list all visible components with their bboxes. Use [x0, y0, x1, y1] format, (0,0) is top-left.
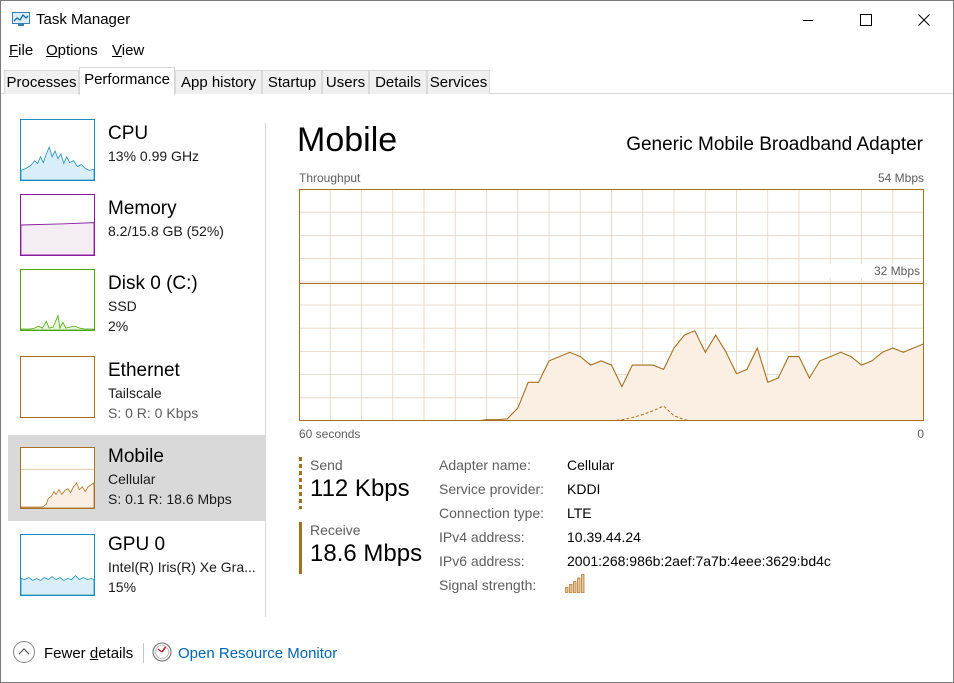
fewer-details-label-post: etails [98, 645, 134, 662]
receive-label: Receive [310, 522, 361, 538]
minimize-icon [803, 20, 813, 21]
title-bar[interactable]: Task Manager [1, 1, 953, 39]
prop-connection-type-label: Connection type: [439, 505, 545, 521]
maximize-button[interactable] [837, 1, 895, 39]
sidebar-item-disk[interactable]: Disk 0 (C:) SSD 2% [8, 263, 266, 349]
sidebar-disk-type: SSD [108, 298, 137, 314]
tab-details[interactable]: Details [369, 70, 427, 94]
sidebar-divider [265, 123, 266, 617]
sidebar-item-memory[interactable]: Memory 8.2/15.8 GB (52%) [8, 188, 266, 274]
menu-view-label: iew [121, 42, 145, 59]
footer: Fewer details Open Resource Monitor [1, 631, 953, 675]
sidebar-item-gpu[interactable]: GPU 0 Intel(R) Iris(R) Xe Gra... 15% [8, 524, 266, 610]
chart-reference-label: 32 Mbps [824, 264, 920, 278]
prop-connection-type-value: LTE [567, 505, 592, 521]
tab-performance[interactable]: Performance [79, 67, 175, 95]
send-label: Send [310, 457, 343, 473]
gpu-thumbnail-graph [20, 534, 95, 596]
tab-startup[interactable]: Startup [262, 70, 322, 94]
menu-file-label: ile [18, 42, 34, 59]
maximize-icon [860, 14, 872, 26]
tab-processes[interactable]: Processes [4, 70, 79, 94]
sidebar-cpu-detail: 13% 0.99 GHz [108, 148, 200, 164]
prop-service-provider-value: KDDI [567, 481, 601, 497]
fewer-details-label-pre: Fewer [44, 645, 90, 662]
signal-strength-icon [565, 574, 585, 593]
close-icon [918, 14, 930, 26]
open-resource-monitor-link[interactable]: Open Resource Monitor [178, 645, 337, 662]
menu-view[interactable]: View [112, 42, 144, 59]
page-title: Mobile [297, 121, 398, 159]
disk-thumbnail-graph [20, 269, 95, 331]
chart-title: Throughput [299, 171, 361, 185]
menu-options[interactable]: Options [46, 42, 98, 59]
cpu-thumbnail-graph [20, 119, 95, 181]
sidebar-mobile-rate: S: 0.1 R: 18.6 Mbps [108, 491, 232, 507]
receive-value: 18.6 Mbps [310, 540, 423, 567]
sidebar-ethernet-adapter: Tailscale [108, 385, 162, 401]
prop-ipv6-label: IPv6 address: [439, 553, 525, 569]
window-title: Task Manager [36, 11, 131, 28]
task-manager-window: Task Manager File Options View Processes… [0, 0, 954, 683]
sidebar-ethernet-rate: S: 0 R: 0 Kbps [108, 405, 199, 421]
minimize-button[interactable] [779, 1, 837, 39]
receive-stat: Receive 18.6 Mbps [299, 522, 429, 574]
tab-services[interactable]: Services [427, 70, 490, 94]
prop-service-provider-label: Service provider: [439, 481, 545, 497]
memory-thumbnail-graph [20, 194, 95, 256]
ethernet-thumbnail-graph [20, 356, 95, 418]
sidebar-mobile-title: Mobile [108, 446, 164, 467]
menu-options-label: ptions [57, 42, 98, 59]
mobile-thumbnail-graph [20, 447, 95, 509]
sidebar-item-mobile[interactable]: Mobile Cellular S: 0.1 R: 18.6 Mbps [8, 435, 266, 521]
prop-ipv4-label: IPv4 address: [439, 529, 525, 545]
menu-file[interactable]: File [9, 42, 33, 59]
tab-users[interactable]: Users [322, 70, 369, 94]
fewer-details-button[interactable] [13, 641, 35, 663]
sidebar-memory-detail: 8.2/15.8 GB (52%) [108, 223, 224, 239]
sidebar-ethernet-title: Ethernet [108, 360, 180, 381]
send-stat: Send 112 Kbps [299, 457, 429, 509]
sidebar-cpu-title: CPU [108, 123, 149, 144]
prop-signal-strength-label: Signal strength: [439, 577, 537, 593]
close-button[interactable] [895, 1, 953, 39]
sidebar-disk-usage: 2% [108, 318, 129, 334]
task-manager-icon [12, 12, 30, 26]
tab-strip: Processes Performance App history Startu… [1, 67, 953, 95]
prop-ipv4-value: 10.39.44.24 [567, 529, 641, 545]
footer-divider [143, 643, 144, 663]
chart-min-label: 0 [917, 427, 924, 441]
menu-file-accel: F [9, 42, 19, 59]
sidebar-mobile-adapter: Cellular [108, 471, 156, 487]
adapter-description: Generic Mobile Broadband Adapter [626, 134, 923, 155]
send-legend-bar [299, 457, 302, 509]
prop-ipv6-value: 2001:268:986b:2aef:7a7b:4eee:3629:bd4c [567, 553, 831, 569]
throughput-chart [299, 189, 924, 421]
sidebar-disk-title: Disk 0 (C:) [108, 273, 198, 294]
prop-adapter-name-label: Adapter name: [439, 457, 531, 473]
sidebar-item-ethernet[interactable]: Ethernet Tailscale S: 0 R: 0 Kbps [8, 350, 266, 436]
prop-adapter-name-value: Cellular [567, 457, 615, 473]
sidebar-gpu-usage: 15% [108, 579, 137, 595]
sidebar-memory-title: Memory [108, 198, 177, 219]
menu-bar: File Options View [1, 41, 953, 63]
sidebar-item-cpu[interactable]: CPU 13% 0.99 GHz [8, 113, 266, 199]
resource-monitor-icon[interactable] [152, 642, 172, 662]
menu-view-accel: V [112, 42, 122, 59]
fewer-details-accel: d [89, 645, 99, 662]
sidebar-gpu-model: Intel(R) Iris(R) Xe Gra... [108, 559, 256, 575]
sidebar-gpu-title: GPU 0 [108, 534, 166, 555]
menu-options-accel: O [46, 42, 58, 59]
send-value: 112 Kbps [310, 475, 410, 502]
chart-time-label: 60 seconds [299, 427, 361, 441]
fewer-details-link[interactable]: Fewer details [44, 645, 133, 662]
receive-legend-bar [299, 522, 302, 574]
chart-max-label: 54 Mbps [877, 171, 924, 185]
tab-app-history[interactable]: App history [175, 70, 262, 94]
chevron-up-icon [18, 648, 30, 655]
